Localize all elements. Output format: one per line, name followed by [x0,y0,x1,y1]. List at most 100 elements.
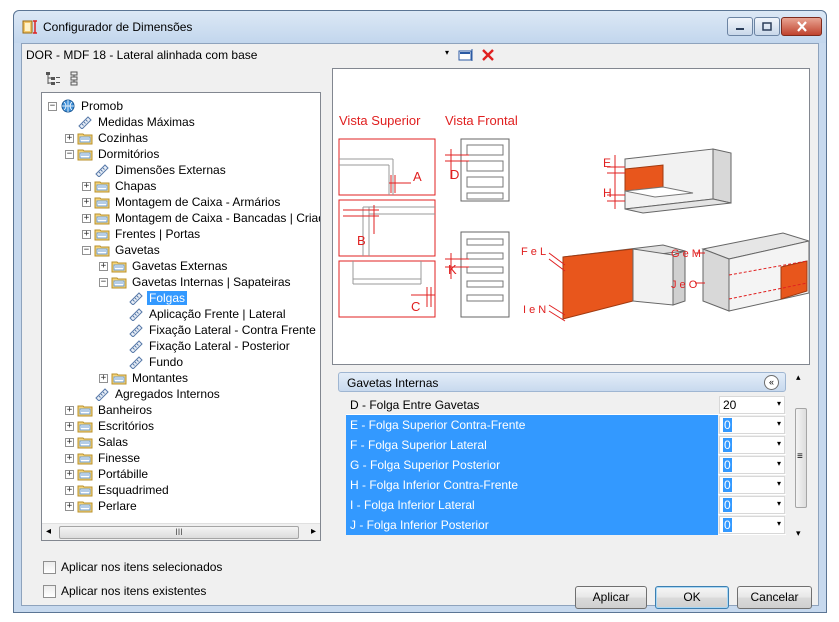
apply-selected-option[interactable]: Aplicar nos itens selecionados [43,560,222,574]
tree-node[interactable]: + Portábille [65,466,150,482]
scroll-left-icon[interactable]: ◂ [46,526,51,537]
tree-node[interactable]: − Gavetas Internas | Sapateiras [99,274,293,290]
apply-button[interactable]: Aplicar [575,586,647,609]
property-row[interactable]: E - Folga Superior Contra-Frente 0 ▾ [346,415,786,435]
tree-node[interactable]: − Promob [48,98,125,114]
expand-icon[interactable]: + [65,453,74,463]
property-value: 0 [723,478,732,492]
property-grid-scrollbar[interactable]: ▴ ≡ ▾ [794,372,808,539]
property-value-dropdown[interactable]: 0 ▾ [719,436,785,454]
tree-node[interactable]: + Cozinhas [65,130,150,146]
dropdown-arrow-icon[interactable]: ▾ [445,48,449,57]
collapse-tree-icon[interactable] [67,71,83,87]
tree-node[interactable]: + Gavetas Externas [99,258,229,274]
tree-node[interactable]: Agregados Internos [82,386,222,402]
tree-node[interactable]: Folgas [116,290,188,306]
tree-node[interactable]: − Dormitórios [65,146,161,162]
close-button[interactable] [781,17,822,36]
collapse-icon[interactable]: − [82,245,91,255]
cancel-button[interactable]: Cancelar [737,586,812,609]
property-row[interactable]: H - Folga Inferior Contra-Frente 0 ▾ [346,475,786,495]
scroll-down-icon[interactable]: ▾ [796,528,801,539]
property-row[interactable]: J - Folga Inferior Posterior 0 ▾ [346,515,786,535]
dropdown-arrow-icon[interactable]: ▾ [777,479,781,488]
tree-node[interactable]: + Perlare [65,498,139,514]
expand-icon[interactable]: + [65,469,74,479]
ruler-icon [77,115,96,129]
tree-node[interactable]: + Escritórios [65,418,156,434]
expand-icon[interactable]: + [82,213,91,223]
property-row[interactable]: G - Folga Superior Posterior 0 ▾ [346,455,786,475]
expand-tree-icon[interactable] [45,71,61,87]
collapse-icon[interactable]: − [48,101,57,111]
apply-selected-label: Aplicar nos itens selecionados [61,560,223,574]
expand-icon[interactable]: + [82,197,91,207]
property-row[interactable]: F - Folga Superior Lateral 0 ▾ [346,435,786,455]
scroll-right-icon[interactable]: ▸ [311,526,316,537]
tree-node[interactable]: Dimensões Externas [82,162,228,178]
edit-icon[interactable] [458,47,474,63]
apply-selected-checkbox[interactable] [43,560,56,574]
tree-node[interactable]: + Salas [65,434,130,450]
tree-node[interactable]: Fundo [116,354,185,370]
category-tree[interactable]: − Promob Medidas Máximas + Cozinhas − Dormitór… [41,92,321,541]
config-selector-value[interactable]: DOR - MDF 18 - Lateral alinhada com base [26,48,257,62]
tree-node[interactable]: + Montagem de Caixa - Armários [82,194,282,210]
property-row[interactable]: D - Folga Entre Gavetas 20 ▾ [346,395,786,415]
tree-node[interactable]: + Banheiros [65,402,154,418]
tree-node[interactable]: − Gavetas [82,242,162,258]
tree-node[interactable]: + Chapas [82,178,158,194]
dropdown-arrow-icon[interactable]: ▾ [777,439,781,448]
tree-node[interactable]: + Finesse [65,450,142,466]
tree-node[interactable]: + Montantes [99,370,190,386]
expand-icon[interactable]: + [65,421,74,431]
delete-x-icon[interactable] [480,47,496,63]
expand-icon[interactable]: + [65,485,74,495]
expand-icon[interactable]: + [99,261,108,271]
maximize-button[interactable] [754,17,780,36]
property-value-dropdown[interactable]: 0 ▾ [719,476,785,494]
tree-horizontal-scrollbar[interactable]: ◂ III ▸ [42,523,320,540]
property-value-dropdown[interactable]: 0 ▾ [719,416,785,434]
property-value-dropdown[interactable]: 0 ▾ [719,516,785,534]
property-value-dropdown[interactable]: 0 ▾ [719,496,785,514]
scroll-thumb[interactable]: ≡ [795,408,807,508]
tree-node-label: Escritórios [98,419,155,433]
scroll-thumb[interactable]: III [59,526,299,539]
category-header[interactable]: Gavetas Internas « [338,372,786,392]
dropdown-arrow-icon[interactable]: ▾ [777,499,781,508]
collapse-icon[interactable]: « [764,375,779,390]
tree-node[interactable]: Aplicação Frente | Lateral [116,306,288,322]
property-label: D - Folga Entre Gavetas [350,398,480,412]
tree-node[interactable]: + Frentes | Portas [82,226,202,242]
dropdown-arrow-icon[interactable]: ▾ [777,519,781,528]
minimize-button[interactable] [727,17,753,36]
collapse-icon[interactable]: − [65,149,74,159]
tree-node[interactable]: Fixação Lateral - Posterior [116,338,292,354]
tree-node[interactable]: Medidas Máximas [65,114,197,130]
expand-icon[interactable]: + [65,437,74,447]
ok-button[interactable]: OK [655,586,729,609]
dropdown-arrow-icon[interactable]: ▾ [777,419,781,428]
dropdown-arrow-icon[interactable]: ▾ [777,399,781,408]
tree-node[interactable]: Fixação Lateral - Contra Frente [116,322,318,338]
collapse-icon[interactable]: − [99,277,108,287]
expand-icon[interactable]: + [65,405,74,415]
dropdown-arrow-icon[interactable]: ▾ [777,459,781,468]
tree-node[interactable]: + Montagem de Caixa - Bancadas | Criados [82,210,320,226]
property-value-dropdown[interactable]: 0 ▾ [719,456,785,474]
scroll-up-icon[interactable]: ▴ [796,372,801,383]
tree-node[interactable]: + Esquadrimed [65,482,171,498]
property-value-dropdown[interactable]: 20 ▾ [719,396,785,414]
apply-existing-checkbox[interactable] [43,584,56,598]
expand-icon[interactable]: + [99,373,108,383]
expand-icon[interactable]: + [82,229,91,239]
folder-icon [111,275,130,289]
folder-icon [77,147,96,161]
expand-icon[interactable]: + [65,133,74,143]
expand-icon[interactable]: + [82,181,91,191]
property-row[interactable]: I - Folga Inferior Lateral 0 ▾ [346,495,786,515]
apply-existing-option[interactable]: Aplicar nos itens existentes [43,584,206,598]
title-bar[interactable]: Configurador de Dimensões [14,11,826,43]
expand-icon[interactable]: + [65,501,74,511]
